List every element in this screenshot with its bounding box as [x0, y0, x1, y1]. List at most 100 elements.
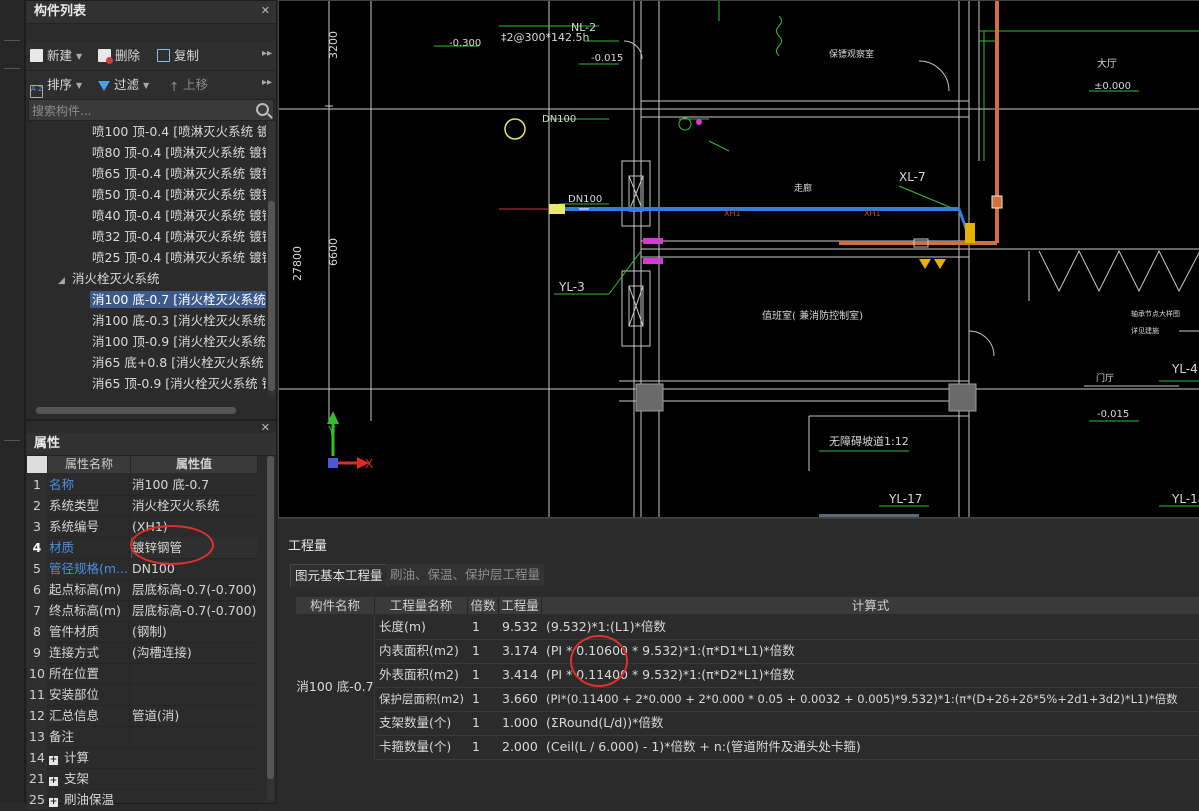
- expand-icon[interactable]: +: [49, 798, 58, 807]
- room-label: 门厅: [1096, 372, 1114, 384]
- close-icon[interactable]: ✕: [261, 4, 270, 17]
- expand-icon[interactable]: +: [49, 756, 58, 765]
- filter-icon: [98, 81, 110, 91]
- col-header-mult: 倍数: [468, 597, 499, 614]
- arrow-up-icon: ↑: [169, 79, 180, 94]
- pipe-label-dn100: DN100: [542, 114, 576, 125]
- col-header-formula: 计算式: [542, 597, 1199, 614]
- tab-paint-insulation[interactable]: 刷油、保温、保护层工程量: [386, 564, 545, 586]
- pipe-label-yl4: YL-4: [1171, 362, 1198, 376]
- search-icon[interactable]: [256, 103, 269, 116]
- quantity-row[interactable]: 内表面积(m2) 1 3.174 (PI * 0.10600 * 9.532)*1:(…: [376, 639, 1199, 664]
- cad-drawing: 3200 6600 27800 -0.300 ‡2@300*142.5h -0.…: [279, 1, 1199, 517]
- tree-item[interactable]: 喷100 顶-0.4 [喷淋灭火系统 镀锌: [26, 121, 266, 142]
- room-label: 保镖观察室: [829, 48, 874, 60]
- tree-item[interactable]: 消100 底-0.3 [消火栓灭火系统: [26, 310, 266, 331]
- properties-title: 属性: [26, 433, 276, 456]
- dim-6600: 6600: [327, 238, 340, 266]
- property-row[interactable]: 1 名称 消100 底-0.7: [27, 474, 257, 496]
- delete-button[interactable]: 删除: [98, 47, 140, 65]
- col-header-component: 构件名称: [296, 597, 375, 614]
- property-row[interactable]: 5 管径规格(m... DN100: [27, 558, 257, 580]
- quantity-row[interactable]: 外表面积(m2) 1 3.414 (PI * 0.11400 * 9.532)*1:(…: [376, 663, 1199, 688]
- property-row[interactable]: 7 终点标高(m) 层底标高-0.7(-0.700): [27, 600, 257, 622]
- note-label: 详见建施: [1131, 326, 1159, 335]
- pipe-label-yl17: YL-17: [888, 492, 922, 506]
- col-header-name: 属性名称: [48, 456, 131, 473]
- pipe-code: XH1: [864, 209, 881, 218]
- copy-icon: [157, 49, 170, 62]
- delete-icon: [98, 49, 113, 64]
- property-group-support[interactable]: 21 + 支架: [27, 768, 257, 790]
- tree-item-selected[interactable]: 消100 底-0.7 [消火栓灭火系统: [26, 289, 266, 310]
- toolbar-more-icon[interactable]: ▸▸: [262, 48, 272, 59]
- collapse-icon[interactable]: ◢: [58, 271, 68, 289]
- property-row[interactable]: 10 所在位置: [27, 663, 257, 685]
- component-tree: 喷100 顶-0.4 [喷淋灭火系统 镀锌 喷80 顶-0.4 [喷淋灭火系统 …: [26, 121, 266, 397]
- pipe-label-dn100: DN100: [568, 194, 602, 205]
- quantity-row[interactable]: 卡箍数量(个) 1 2.000 (Ceil(L / 6.000) - 1)*倍数 + …: [376, 735, 1199, 760]
- component-name-cell: 消100 底-0.7: [296, 615, 375, 759]
- property-row[interactable]: 6 起点标高(m) 层底标高-0.7(-0.700): [27, 579, 257, 601]
- expand-icon[interactable]: +: [49, 777, 58, 786]
- elevation-label: -0.300: [449, 38, 481, 49]
- chevron-down-icon[interactable]: ▼: [76, 81, 82, 90]
- tree-item[interactable]: 喷25 顶-0.4 [喷淋灭火系统 镀锌: [26, 247, 266, 268]
- note-label: 轴承节点大样图: [1131, 309, 1180, 318]
- scrollbar-thumb[interactable]: [267, 456, 274, 779]
- new-icon: [30, 49, 43, 62]
- red-annotation-circle: [570, 635, 628, 687]
- pipe-code: XH1: [724, 209, 741, 218]
- quantity-row[interactable]: 支架数量(个) 1 1.000 (ΣRound(L/d))*倍数: [376, 711, 1199, 736]
- tree-vertical-scrollbar[interactable]: [268, 121, 275, 397]
- tree-item[interactable]: 喷32 顶-0.4 [喷淋灭火系统 镀锌: [26, 226, 266, 247]
- component-list-title: 构件列表: [26, 1, 276, 24]
- property-group-calc[interactable]: 14 + 计算: [27, 747, 257, 769]
- tree-item[interactable]: 消100 顶-0.9 [消火栓灭火系统: [26, 331, 266, 352]
- tree-item[interactable]: 喷40 顶-0.4 [喷淋灭火系统 镀锌: [26, 205, 266, 226]
- elevation-label: ±0.000: [1094, 81, 1131, 92]
- quantity-title: 工程量: [288, 539, 328, 554]
- tab-basic-quantity[interactable]: 图元基本工程量: [290, 564, 388, 587]
- tree-item[interactable]: 消65 顶-0.9 [消火栓灭火系统 镀: [26, 373, 266, 394]
- room-label: 值班室( 兼消防控制室): [762, 309, 863, 322]
- property-row[interactable]: 9 连接方式 (沟槽连接): [27, 642, 257, 664]
- new-button[interactable]: 新建 ▼: [30, 47, 82, 65]
- tree-item[interactable]: 消65 底+0.8 [消火栓灭火系统 镀: [26, 352, 266, 373]
- property-row[interactable]: 2 系统类型 消火栓灭火系统: [27, 495, 257, 517]
- scrollbar-thumb[interactable]: [268, 201, 275, 391]
- elevation-label: -0.015: [1097, 409, 1129, 420]
- elevation-label: -0.015: [591, 53, 623, 64]
- component-toolbar-2: A Z 排序 ▼ 过滤 ▼ ↑ 上移 ▸▸: [26, 71, 276, 100]
- quantity-row[interactable]: 长度(m) 1 9.532 (9.532)*1:(L1)*倍数: [376, 615, 1199, 640]
- tree-horizontal-scrollbar[interactable]: [36, 407, 236, 414]
- move-up-button[interactable]: ↑ 上移: [169, 76, 208, 94]
- property-row[interactable]: 11 安装部位: [27, 684, 257, 706]
- tree-item[interactable]: 喷65 顶-0.4 [喷淋灭火系统 镀锌: [26, 163, 266, 184]
- pipe-label-yl18: YL-18: [1171, 492, 1199, 506]
- component-search-input[interactable]: 搜索构件...: [28, 99, 274, 121]
- property-group-paint[interactable]: 25 + 刷油保温: [27, 789, 257, 811]
- col-header-item: 工程量名称: [375, 597, 468, 614]
- cad-drawing-canvas[interactable]: 3200 6600 27800 -0.300 ‡2@300*142.5h -0.…: [278, 0, 1199, 518]
- tree-group-hydrant[interactable]: ◢ 消火栓灭火系统: [26, 268, 266, 289]
- properties-scrollbar[interactable]: [267, 456, 274, 801]
- pipe-label-yl3: YL-3: [558, 280, 585, 294]
- property-row[interactable]: 8 管件材质 (钢制): [27, 621, 257, 643]
- filter-button[interactable]: 过滤 ▼: [98, 76, 149, 94]
- tree-item[interactable]: 喷80 顶-0.4 [喷淋灭火系统 镀锌: [26, 142, 266, 163]
- tree-item[interactable]: 喷50 顶-0.4 [喷淋灭火系统 镀锌: [26, 184, 266, 205]
- dim-3200: 3200: [327, 31, 340, 59]
- close-icon[interactable]: ✕: [261, 421, 270, 434]
- quantity-row[interactable]: 保护层面积(m2) 1 3.660 (PI*(0.11400 + 2*0.000 + …: [376, 687, 1199, 712]
- toolbar-more-icon[interactable]: ▸▸: [262, 77, 272, 88]
- chevron-down-icon[interactable]: ▼: [76, 52, 82, 61]
- property-row[interactable]: 13 备注: [27, 726, 257, 748]
- sort-button[interactable]: A Z 排序 ▼: [30, 76, 82, 98]
- property-row[interactable]: 12 汇总信息 管道(消): [27, 705, 257, 727]
- col-header-qty: 工程量: [499, 597, 542, 614]
- chevron-down-icon[interactable]: ▼: [143, 81, 149, 90]
- copy-button[interactable]: 复制: [157, 47, 199, 65]
- dim-27800: 27800: [291, 246, 304, 281]
- red-annotation-circle: [130, 525, 214, 565]
